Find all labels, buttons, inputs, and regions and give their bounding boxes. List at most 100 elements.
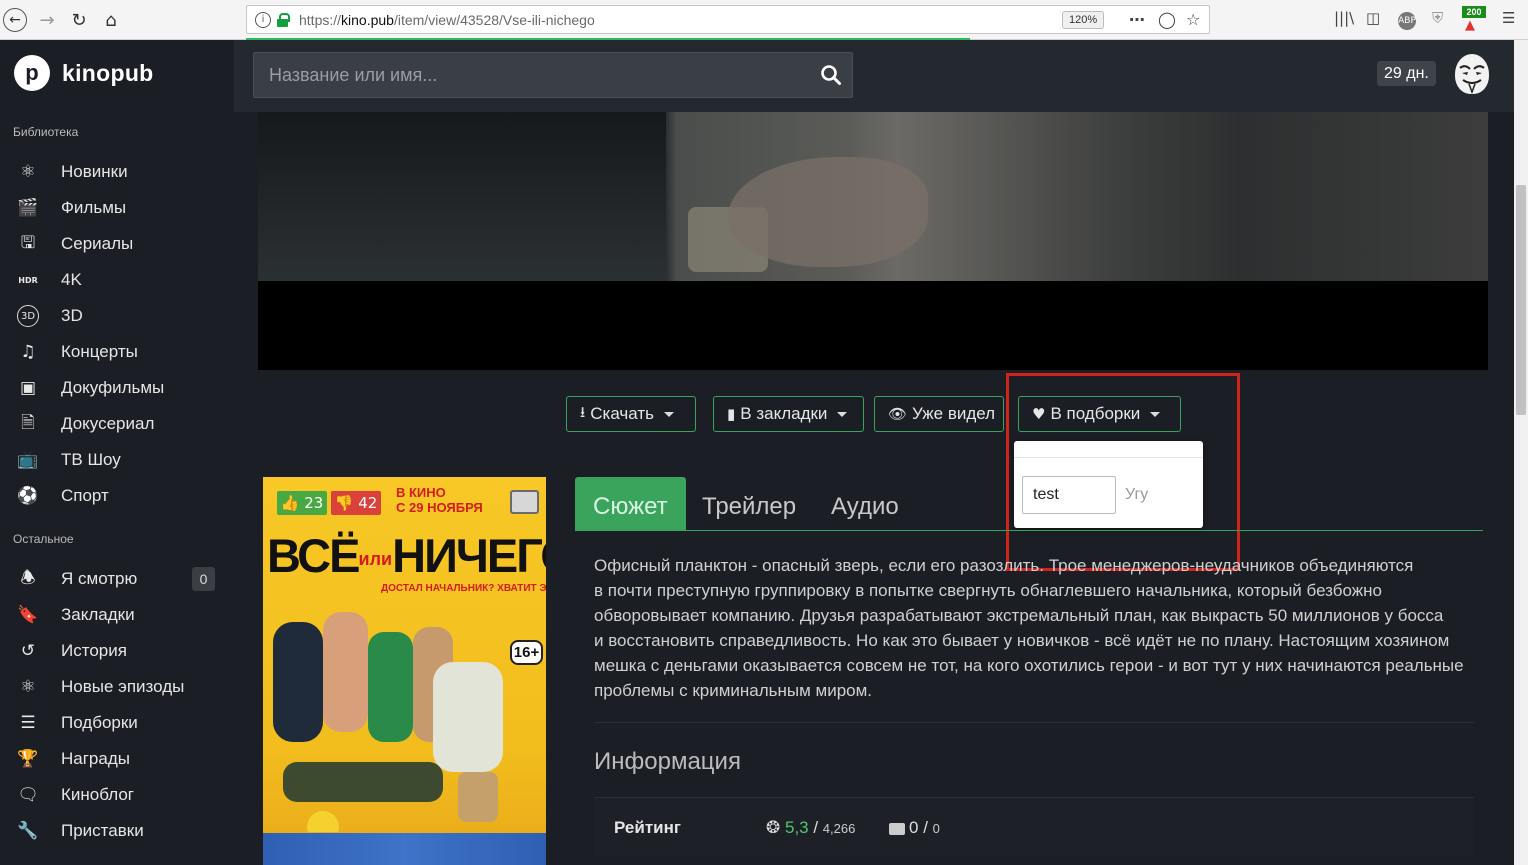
page-actions-icon[interactable]: ⋯ — [1129, 10, 1146, 29]
zoom-indicator[interactable]: 120% — [1062, 11, 1105, 29]
tab-plot[interactable]: Сюжет — [575, 477, 686, 531]
tab-trailer[interactable]: Трейлер — [684, 477, 814, 531]
sidebar-item-watching[interactable]: 🕭 Я смотрю 0 — [0, 562, 234, 596]
imdb-rating[interactable]: 0 / 0 — [889, 818, 940, 838]
rating-separator: / — [808, 818, 823, 837]
video-player[interactable] — [258, 112, 1488, 370]
top-header: 29 дн. — [234, 40, 1514, 112]
page-scrollbar[interactable] — [1514, 40, 1528, 865]
sidebar-item-collections[interactable]: ☰ Подборки — [0, 706, 234, 740]
sidebar-item-label: 3D — [61, 306, 83, 325]
sidebar-item-concerts[interactable]: ♫ Концерты — [0, 335, 234, 369]
annotation-highlight-box — [1006, 373, 1240, 571]
sidebar-item-label: Новые эпизоды — [61, 677, 185, 696]
star-icon[interactable]: ☆ — [1186, 10, 1200, 29]
plot-line: в почти преступную группировку в попытке… — [594, 581, 1382, 600]
eye-icon: 👁 — [888, 405, 908, 423]
bookmark-label: В закладки — [740, 404, 828, 423]
sidebar-item-series[interactable]: 🖫 Сериалы — [0, 227, 234, 261]
dislikes-badge[interactable]: 👎 42 — [331, 491, 381, 515]
sidebar-item-devices[interactable]: 🔧 Приставки — [0, 814, 234, 848]
sidebar-item-films[interactable]: 🎬 Фильмы — [0, 191, 234, 225]
search-icon[interactable] — [820, 64, 842, 86]
music-icon: ♫ — [20, 342, 36, 362]
divider — [594, 722, 1474, 723]
hdr-icon: HDR — [18, 275, 38, 285]
wrench-icon: 🔧 — [17, 821, 39, 841]
likes-badge[interactable]: 👍 23 — [277, 491, 327, 515]
library-icon[interactable]: |||\ — [1334, 9, 1354, 27]
sidebar-item-label: Спорт — [61, 486, 109, 505]
tab-audio[interactable]: Аудио — [813, 477, 917, 531]
logo[interactable]: p kinopub — [14, 55, 154, 91]
poster-release-note: В КИНО С 29 НОЯБРЯ — [396, 485, 483, 515]
sidebar-item-tv-show[interactable]: 📺 ТВ Шоу — [0, 443, 234, 477]
soccer-ball-icon: ⚽ — [17, 486, 39, 506]
kinopoisk-rating[interactable]: ❂ 5,3 / 4,266 — [766, 818, 855, 838]
bookmark-button[interactable]: ▮ В закладки — [713, 396, 864, 432]
new-icon: ⚛ — [20, 162, 36, 182]
video-frame-hand — [728, 157, 928, 267]
site-info-icon[interactable]: i — [255, 12, 271, 28]
sidebar-item-new[interactable]: ⚛ Новинки — [0, 155, 234, 189]
sidebar-item-label: Новинки — [61, 162, 128, 181]
sidebar-item-3d[interactable]: 3D 3D — [0, 299, 234, 333]
sidebar-item-history[interactable]: ↺ История — [0, 634, 234, 668]
warning-icon[interactable]: ▲ — [1465, 18, 1475, 33]
sidebar-item-sport[interactable]: ⚽ Спорт — [0, 479, 234, 513]
kinopoisk-votes: 4,266 — [822, 821, 856, 836]
home-icon[interactable]: ⌂ — [98, 7, 124, 33]
sidebar-item-awards[interactable]: 🏆 Награды — [0, 742, 234, 776]
logo-text: kinopub — [62, 59, 154, 86]
reload-icon[interactable]: ↻ — [66, 7, 92, 33]
shield-icon[interactable]: ⛨ — [1432, 9, 1443, 27]
sidebar-item-kinoblog[interactable]: 🗨 Киноблог — [0, 778, 234, 812]
rating-label: Рейтинг — [614, 818, 681, 837]
search-input[interactable] — [254, 53, 804, 97]
sidebar-item-label: Я смотрю — [61, 569, 138, 588]
chevron-down-icon — [837, 411, 848, 417]
sidebar: p kinopub Библиотека ⚛ Новинки 🎬 Фильмы 🖫 С… — [0, 40, 234, 865]
address-bar[interactable]: i https://kino.pub/item/view/43528/Vse-i… — [246, 5, 1210, 34]
chat-icon: 🗨 — [17, 785, 39, 805]
pocket-icon[interactable]: ◯ — [1158, 10, 1176, 29]
sidebar-item-docseries[interactable]: 🗎 Докусериал — [0, 407, 234, 441]
search-box — [253, 52, 853, 98]
new-episodes-icon: ⚛ — [20, 677, 36, 697]
tv-icon[interactable] — [510, 490, 539, 514]
movie-poster[interactable]: 👍 23 👎 42 В КИНОС 29 НОЯБРЯ ВСЁилиНИЧЕГО… — [263, 477, 546, 865]
film-reel-icon: ❂ — [766, 818, 781, 838]
film-icon: 🎬 — [17, 198, 39, 218]
download-button[interactable]: ⭳ Скачать — [566, 396, 696, 432]
sidebar-icon[interactable]: ◫ — [1366, 9, 1380, 27]
sidebar-item-bookmarks[interactable]: 🔖 Закладки — [0, 598, 234, 632]
addon-status-badge[interactable]: 200 — [1462, 6, 1486, 18]
sidebar-item-label: Фильмы — [61, 198, 127, 217]
list-icon: ☰ — [20, 713, 36, 733]
subscription-days-badge[interactable]: 29 дн. — [1377, 61, 1436, 86]
avatar[interactable] — [1455, 54, 1489, 94]
adblock-icon[interactable]: ABP — [1398, 12, 1416, 30]
poster-release-line-1: В КИНО — [396, 485, 446, 500]
watching-count-badge: 0 — [192, 567, 215, 591]
sidebar-item-docfilms[interactable]: ▣ Докуфильмы — [0, 371, 234, 405]
watched-label: Уже видел — [912, 404, 996, 423]
url-text[interactable]: https://kino.pub/item/view/43528/Vse-ili… — [299, 12, 595, 28]
lock-icon — [277, 13, 290, 27]
sidebar-item-label: Киноблог — [61, 785, 134, 804]
scrollbar-thumb[interactable] — [1516, 185, 1526, 415]
poster-release-line-2: С 29 НОЯБРЯ — [396, 500, 483, 515]
download-icon: ⭳ — [580, 402, 586, 421]
trophy-icon: 🏆 — [17, 749, 39, 769]
video-frame-left — [258, 112, 666, 281]
sidebar-item-label: Награды — [61, 749, 130, 768]
watched-button[interactable]: 👁 Уже видел — [874, 396, 1004, 432]
menu-icon[interactable]: ☰ — [1502, 9, 1515, 27]
back-icon[interactable]: ← — [3, 8, 27, 32]
bookmark-icon: ▮ — [727, 405, 736, 423]
imdb-votes: 0 — [932, 821, 940, 836]
forward-icon[interactable]: → — [34, 7, 60, 33]
plot-line: мешка с деньгами оказывается совсем не т… — [594, 656, 1464, 675]
sidebar-item-4k[interactable]: HDR 4K — [0, 263, 234, 297]
sidebar-item-new-episodes[interactable]: ⚛ Новые эпизоды — [0, 670, 234, 704]
